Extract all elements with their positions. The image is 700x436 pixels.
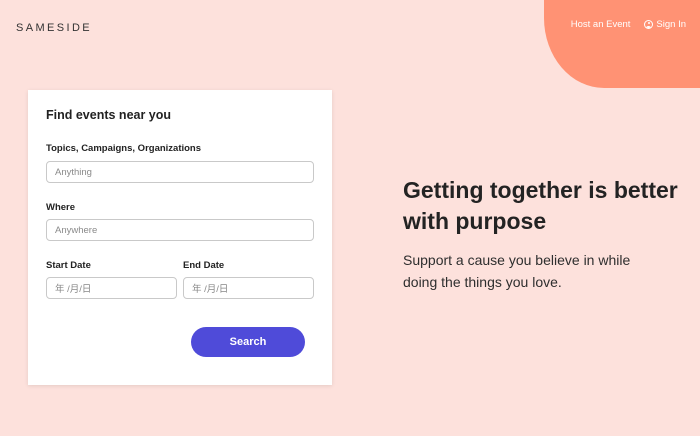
end-date-input[interactable]: 年 /月/日 xyxy=(183,277,314,299)
end-date-label: End Date xyxy=(183,260,225,271)
hero-subtitle: Support a cause you believe in while doi… xyxy=(403,252,631,290)
start-date-input[interactable]: 年 /月/日 xyxy=(46,277,177,299)
hero-title: Getting together is better with purpose xyxy=(403,177,678,234)
user-circle-icon xyxy=(644,20,654,29)
where-input[interactable] xyxy=(46,219,314,241)
topics-input[interactable] xyxy=(46,161,314,183)
logo[interactable]: SAMESIDE xyxy=(16,22,92,34)
sign-in-link[interactable]: Sign In xyxy=(644,19,686,30)
search-card-title: Find events near you xyxy=(46,108,172,122)
header-accent-shape xyxy=(544,0,700,88)
search-button[interactable]: Search xyxy=(191,327,305,357)
top-nav: Host an Event Sign In xyxy=(571,19,686,30)
start-date-label: Start Date xyxy=(46,260,91,271)
search-card: Find events near you Topics, Campaigns, … xyxy=(28,90,332,385)
host-event-link[interactable]: Host an Event xyxy=(571,19,631,30)
topics-label: Topics, Campaigns, Organizations xyxy=(46,143,202,154)
sign-in-label: Sign In xyxy=(656,19,686,30)
where-label: Where xyxy=(46,202,76,213)
